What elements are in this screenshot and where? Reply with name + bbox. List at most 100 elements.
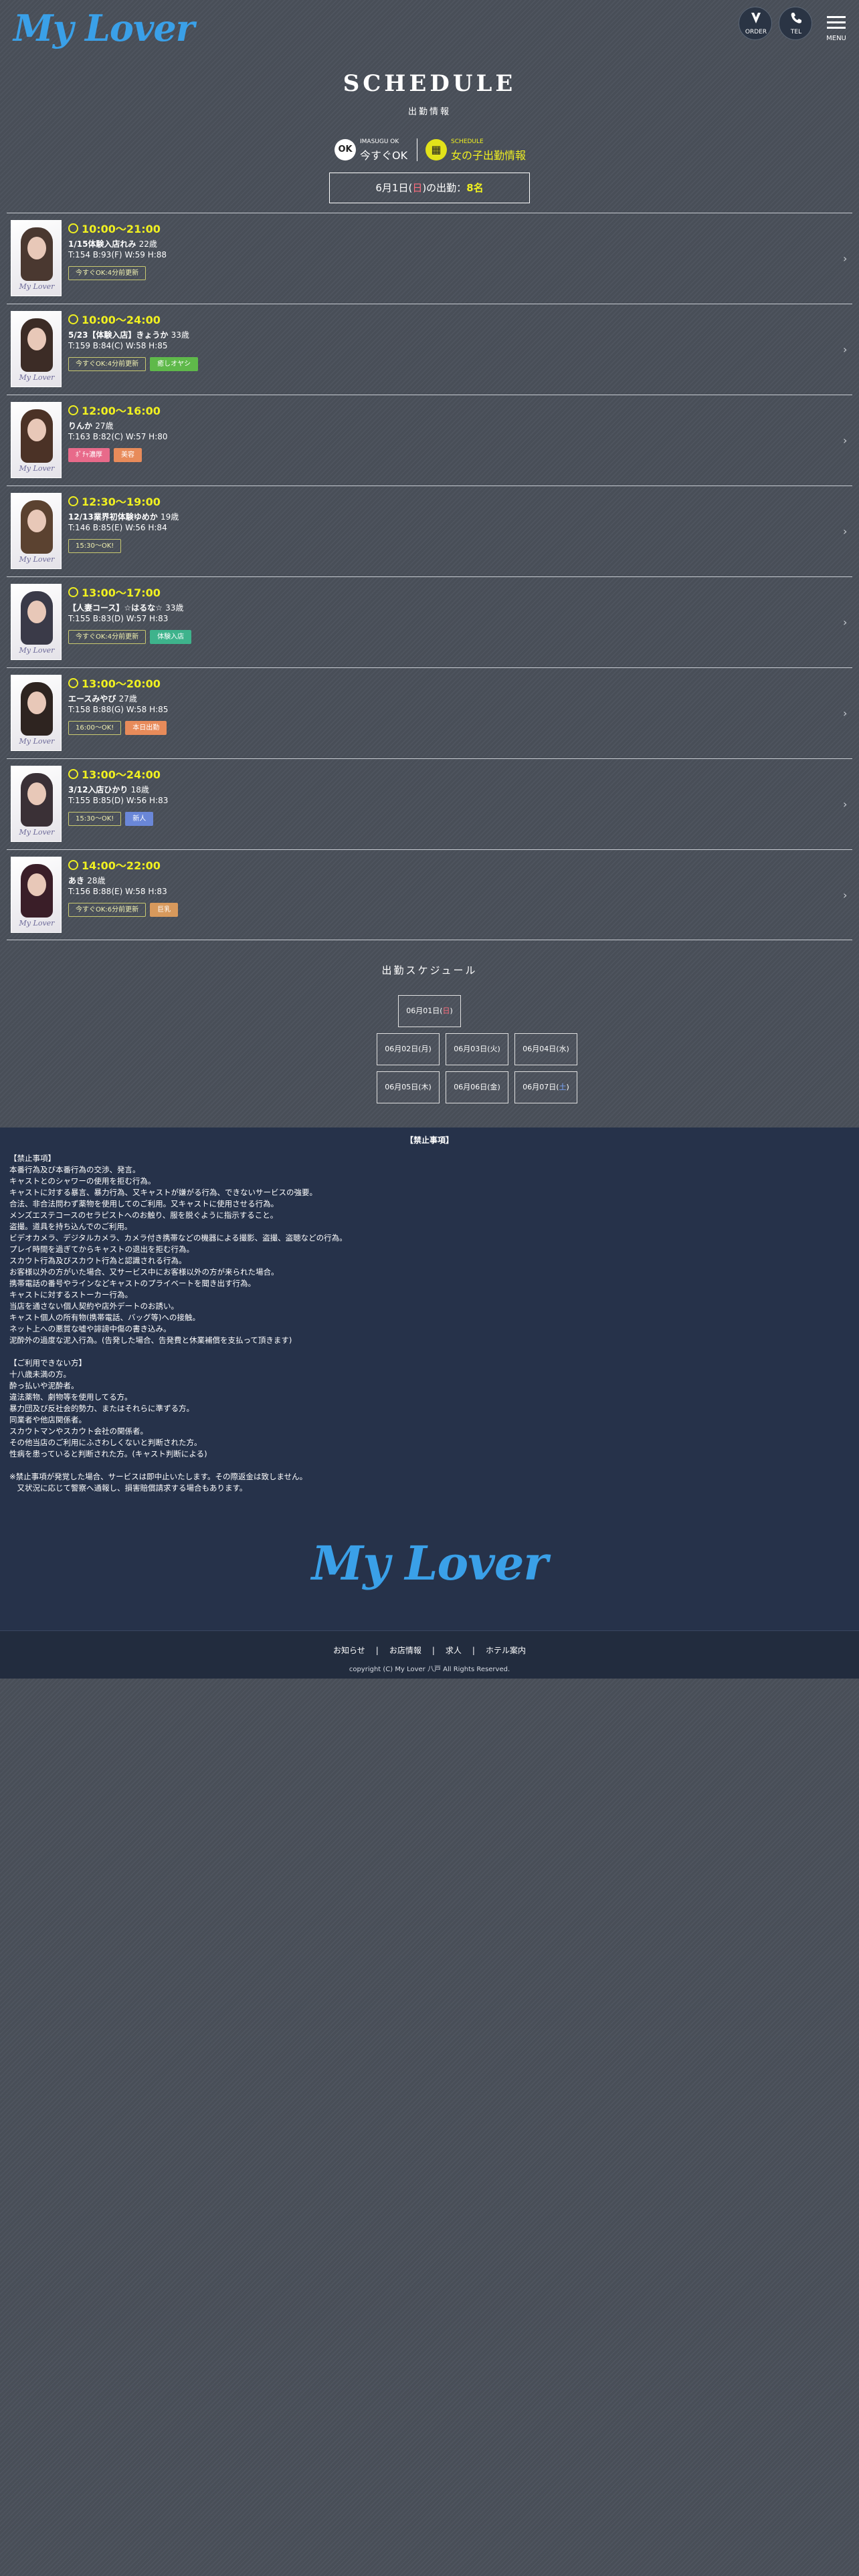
cast-photo[interactable]: My Lover (11, 857, 62, 933)
cast-shift-time: 12:00〜16:00 (68, 402, 161, 418)
footer-link[interactable]: お店情報 (379, 1644, 432, 1656)
status-badge: 15:30〜OK! (68, 812, 122, 826)
status-badge: 15:30〜OK! (68, 539, 122, 553)
cast-name-text: あき (68, 876, 85, 885)
cast-name[interactable]: 3/12入店ひかり 18歳 (68, 784, 149, 795)
status-badge: ﾎﾟﾁｬ濃厚 (68, 448, 110, 462)
cast-shift-time-text: 12:00〜16:00 (82, 405, 161, 417)
tel-button[interactable]: TEL (779, 7, 812, 40)
status-badge: 本日出勤 (125, 721, 167, 735)
order-button[interactable]: ORDER (739, 7, 772, 40)
status-badge: 新人 (125, 812, 154, 826)
cast-name[interactable]: りんか 27歳 (68, 420, 113, 431)
schedule-section-title: 出勤スケジュール (381, 964, 478, 976)
chevron-right-icon[interactable]: › (843, 798, 847, 811)
ok-badge-icon: OK (335, 139, 356, 160)
cast-shift-time-text: 12:30〜19:00 (82, 496, 161, 508)
rules-spacer (9, 1460, 846, 1471)
schedule-date-button[interactable]: 06月04日(水) (514, 1033, 577, 1065)
cast-row[interactable]: My Lover 12:30〜19:00 12/13業界初体験ゆめか 19歳 T:14… (7, 486, 852, 576)
schedule-date-text: 06月03日( (454, 1045, 490, 1053)
cast-name[interactable]: 5/23【体験入店】きょうか 33歳 (68, 329, 189, 340)
clock-icon (68, 587, 78, 597)
schedule-date-button[interactable]: 06月02日(月) (377, 1033, 440, 1065)
schedule-date-button[interactable]: 06月07日(土) (514, 1071, 577, 1103)
chevron-right-icon[interactable]: › (843, 616, 847, 629)
cast-photo-face (27, 601, 46, 623)
schedule-date-close: ) (450, 1006, 453, 1015)
cast-name[interactable]: あき 28歳 (68, 875, 105, 886)
cast-shift-time: 13:00〜24:00 (68, 766, 161, 782)
cast-name[interactable]: エースみやび 27歳 (68, 693, 137, 704)
cast-shift-time: 12:30〜19:00 (68, 493, 161, 509)
cast-measurements: T:159 B:84(C) W:58 H:85 (68, 341, 168, 350)
cast-tags: 今すぐOK:4分前更新 癒しオヤシ (68, 356, 202, 371)
cast-age: 28歳 (87, 876, 106, 885)
schedule-weekday: 火 (490, 1045, 498, 1053)
status-badge: 癒しオヤシ (150, 357, 199, 371)
chevron-right-icon[interactable]: › (843, 434, 847, 447)
today-suffix: )の出勤： (422, 182, 467, 194)
rules-line: 【禁止事項】 (9, 1154, 56, 1163)
cast-age: 19歳 (160, 512, 179, 522)
rules-line: ※禁止事項が発覚した場合、サービスは即中止いたします。その際返金は致しません。 (9, 1472, 308, 1481)
rules-line: 同業者や他店関係者。 (9, 1415, 86, 1424)
chevron-right-icon[interactable]: › (843, 889, 847, 901)
clock-icon (68, 860, 78, 870)
cast-row[interactable]: My Lover 13:00〜20:00 エースみやび 27歳 T:158 B:88(… (7, 667, 852, 758)
cast-measurements: T:146 B:85(E) W:56 H:84 (68, 523, 167, 532)
cast-row[interactable]: My Lover 12:00〜16:00 りんか 27歳 T:163 B:82(C) … (7, 395, 852, 486)
cast-photo[interactable]: My Lover (11, 402, 62, 478)
footer-link[interactable]: ホテル案内 (475, 1644, 537, 1656)
cast-name[interactable]: 12/13業界初体験ゆめか 19歳 (68, 511, 179, 522)
cast-photo[interactable]: My Lover (11, 311, 62, 387)
schedule-date-close: ) (566, 1045, 569, 1053)
cast-name[interactable]: 1/15体験入店れみ 22歳 (68, 238, 157, 249)
footer-link[interactable]: 求人 (435, 1644, 472, 1656)
order-label: ORDER (745, 29, 767, 35)
footer-link[interactable]: お知らせ (322, 1644, 376, 1656)
cast-photo[interactable]: My Lover (11, 220, 62, 296)
schedule-date-button[interactable]: 06月06日(金) (446, 1071, 508, 1103)
chevron-right-icon[interactable]: › (843, 707, 847, 720)
chevron-right-icon[interactable]: › (843, 343, 847, 356)
status-badge: 16:00〜OK! (68, 721, 122, 735)
cast-tags: 今すぐOK:6分前更新 巨乳 (68, 901, 182, 917)
cast-photo[interactable]: My Lover (11, 493, 62, 569)
rules-spacer (9, 1346, 846, 1358)
schedule-legend-small: SCHEDULE (451, 138, 484, 145)
schedule-weekday: 月 (421, 1045, 429, 1053)
schedule-date-close: ) (497, 1083, 500, 1091)
site-footer: お知らせ | お店情報 | 求人 | ホテル案内 copyright (C) My Love… (0, 1630, 859, 1679)
schedule-date-button[interactable]: 06月05日(木) (377, 1071, 440, 1103)
chevron-right-icon[interactable]: › (843, 252, 847, 265)
rules-line: メンズエステコースのセラピストへのお触り、服を脱ぐように指示すること。 (9, 1210, 278, 1220)
cast-shift-time-text: 13:00〜20:00 (82, 677, 161, 690)
footer-logo[interactable]: My Lover (0, 1535, 859, 1591)
rules-line: キャストとのシャワーの使用を拒む行為。 (9, 1176, 156, 1186)
status-badge: 今すぐOK:6分前更新 (68, 903, 147, 917)
cast-measurements: T:155 B:83(D) W:57 H:83 (68, 614, 169, 623)
cast-row[interactable]: My Lover 10:00〜21:00 1/15体験入店れみ 22歳 T:154 B… (7, 213, 852, 304)
cast-shift-time: 10:00〜21:00 (68, 220, 161, 236)
menu-button[interactable]: MENU (822, 12, 851, 45)
cast-shift-time-text: 14:00〜22:00 (82, 859, 161, 872)
cast-shift-time: 13:00〜17:00 (68, 584, 161, 600)
cast-row[interactable]: My Lover 14:00〜22:00 あき 28歳 T:156 B:88(E) W… (7, 849, 852, 940)
cast-photo[interactable]: My Lover (11, 675, 62, 751)
site-logo[interactable]: My Lover (13, 7, 195, 49)
chevron-right-icon[interactable]: › (843, 525, 847, 538)
cast-measurements: T:163 B:82(C) W:57 H:80 (68, 432, 168, 441)
cast-age: 27歳 (118, 694, 137, 704)
schedule-date-text: 06月05日( (385, 1083, 421, 1091)
schedule-date-button[interactable]: 06月03日(火) (446, 1033, 508, 1065)
cast-row[interactable]: My Lover 10:00〜24:00 5/23【体験入店】きょうか 33歳 T:1… (7, 304, 852, 395)
schedule-date-button[interactable]: 06月01日(日) (398, 995, 461, 1027)
rules-line: 違法薬物、劇物等を使用してる方。 (9, 1392, 132, 1402)
cast-row[interactable]: My Lover 13:00〜24:00 3/12入店ひかり 18歳 T:155 B:… (7, 758, 852, 849)
cast-name[interactable]: 【人妻コース】☆はるな☆ 33歳 (68, 602, 183, 613)
cast-row[interactable]: My Lover 13:00〜17:00 【人妻コース】☆はるな☆ 33歳 T:155… (7, 576, 852, 667)
cast-photo[interactable]: My Lover (11, 584, 62, 660)
footer-nav: お知らせ | お店情報 | 求人 | ホテル案内 (0, 1644, 859, 1656)
cast-photo[interactable]: My Lover (11, 766, 62, 842)
